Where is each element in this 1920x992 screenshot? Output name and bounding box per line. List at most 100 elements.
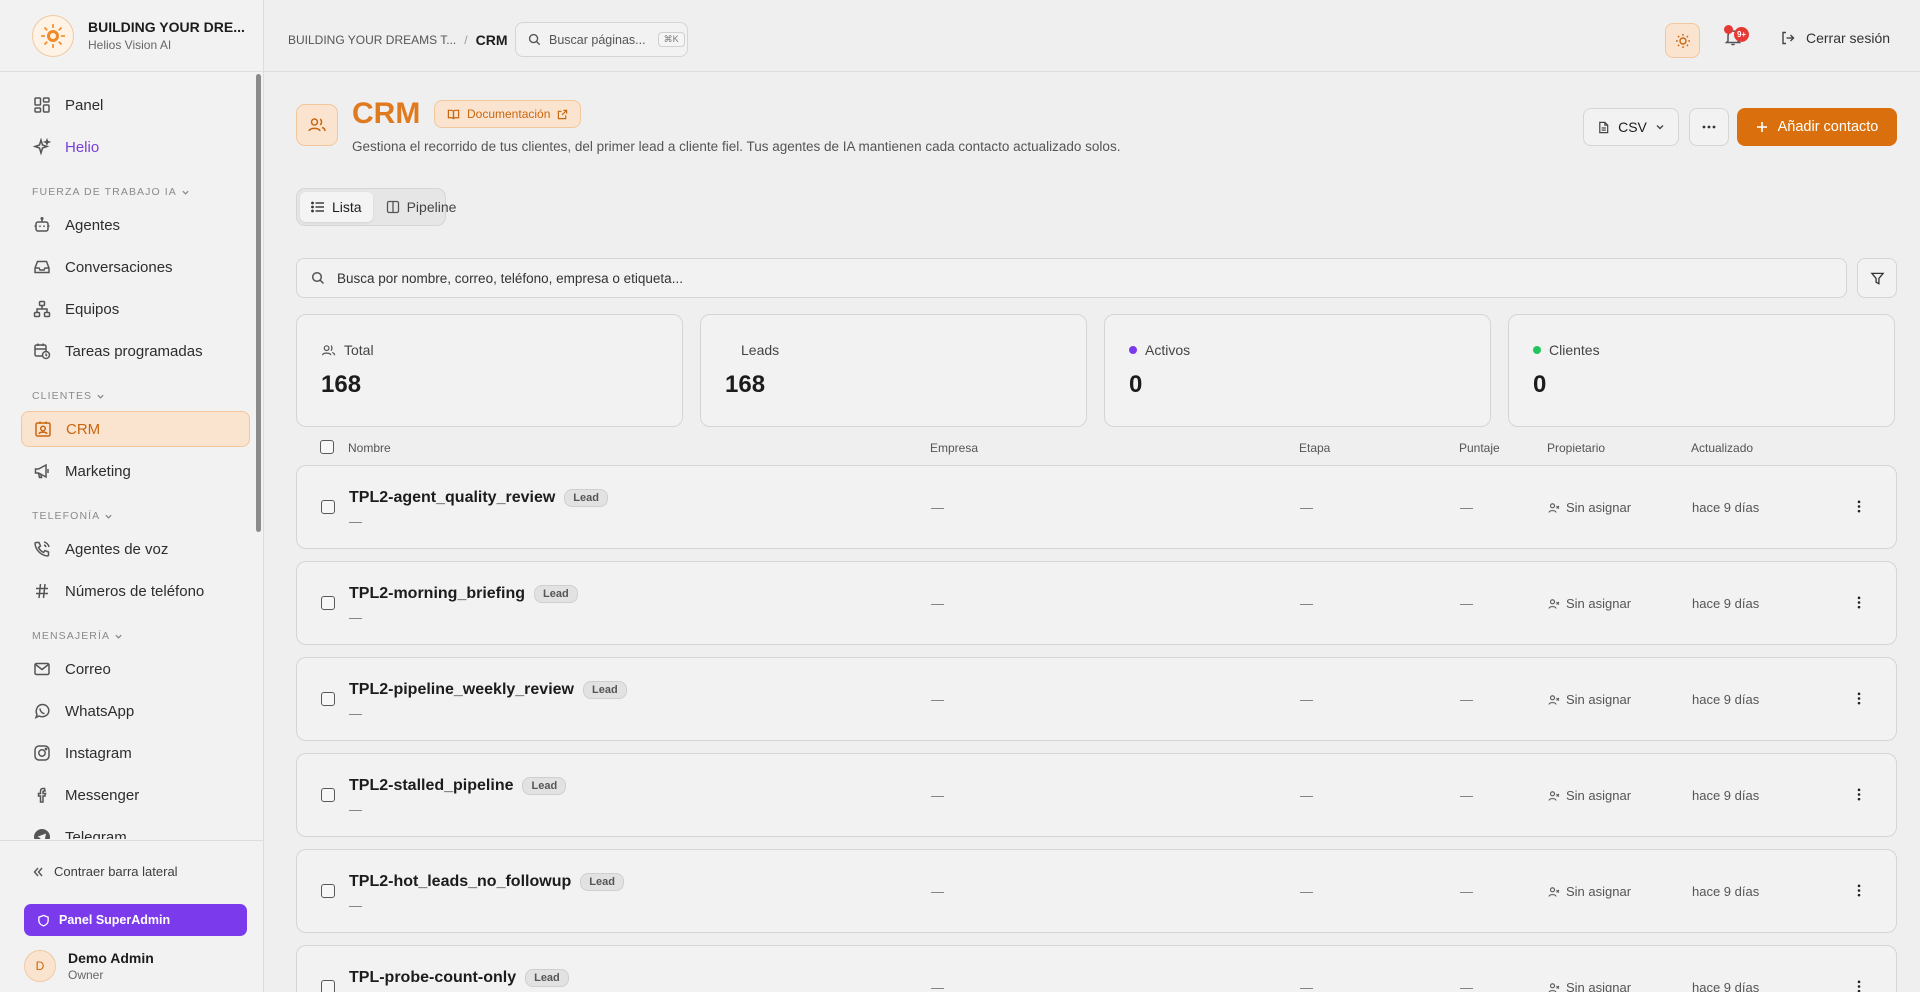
contact-name[interactable]: TPL-probe-count-only [349, 969, 516, 987]
row-checkbox[interactable] [321, 500, 335, 514]
sidebar-item-messenger[interactable]: Messenger [21, 777, 250, 813]
phone-call-icon [34, 541, 50, 557]
breadcrumb-workspace[interactable]: BUILDING YOUR DREAMS T... [288, 33, 456, 47]
column-header-propietario[interactable]: Propietario [1547, 441, 1605, 455]
owner-cell[interactable]: Sin asignar [1548, 500, 1631, 515]
sidebar-item-correo[interactable]: Correo [21, 651, 250, 687]
column-header-empresa[interactable]: Empresa [930, 441, 978, 455]
sidebar-item-tareas-programadas[interactable]: Tareas programadas [21, 333, 250, 369]
documentation-link[interactable]: Documentación [434, 100, 582, 128]
sidebar-item-conversaciones[interactable]: Conversaciones [21, 249, 250, 285]
table-row[interactable]: TPL2-hot_leads_no_followup Lead — — — — Sin as… [296, 849, 1897, 933]
table-row[interactable]: TPL2-agent_quality_review Lead — — — — Sin asi… [296, 465, 1897, 549]
sidebar-item-numeros-de-telefono[interactable]: Números de teléfono [21, 573, 250, 609]
row-checkbox[interactable] [321, 788, 335, 802]
sidebar-item-equipos[interactable]: Equipos [21, 291, 250, 327]
sidebar-item-telegram[interactable]: Telegram [21, 819, 250, 839]
section-header-clientes[interactable]: CLIENTES [32, 390, 105, 402]
table-row[interactable]: TPL2-pipeline_weekly_review Lead — — — — Sin a… [296, 657, 1897, 741]
contact-search-input[interactable]: Busca por nombre, correo, teléfono, empr… [296, 258, 1847, 298]
facebook-icon [37, 787, 47, 803]
collapse-sidebar-button[interactable]: Contraer barra lateral [32, 864, 178, 879]
more-vertical-icon [1857, 500, 1861, 513]
chevrons-left-icon [33, 867, 43, 876]
sidebar-item-helio[interactable]: Helio [21, 129, 250, 165]
row-checkbox[interactable] [321, 980, 335, 992]
page-search-input[interactable]: Buscar páginas... ⌘K [515, 22, 688, 57]
stage-cell: — [1300, 884, 1313, 899]
section-header-workforce[interactable]: FUERZA DE TRABAJO IA [32, 186, 190, 198]
tab-pipeline[interactable]: Pipeline [375, 192, 468, 222]
user-x-icon [1548, 502, 1560, 513]
sidebar-item-agentes[interactable]: Agentes [21, 207, 250, 243]
logout-button[interactable]: Cerrar sesión [1780, 30, 1890, 46]
contact-name-cell[interactable]: TPL2-agent_quality_review Lead [349, 489, 608, 507]
row-checkbox[interactable] [321, 884, 335, 898]
contact-name[interactable]: TPL2-morning_briefing [349, 585, 525, 603]
row-actions-button[interactable] [1857, 884, 1861, 902]
column-header-puntaje[interactable]: Puntaje [1459, 441, 1500, 455]
section-header-mensajeria[interactable]: MENSAJERÍA [32, 630, 123, 642]
contact-name-cell[interactable]: TPL2-hot_leads_no_followup Lead [349, 873, 624, 891]
owner-cell[interactable]: Sin asignar [1548, 788, 1631, 803]
csv-export-button[interactable]: CSV [1583, 108, 1679, 146]
row-actions-button[interactable] [1857, 980, 1861, 992]
table-row[interactable]: TPL2-stalled_pipeline Lead — — — — Sin asignar… [296, 753, 1897, 837]
stat-card-total: Total 168 [296, 314, 683, 427]
section-header-telefonia[interactable]: TELEFONÍA [32, 510, 113, 522]
row-actions-button[interactable] [1857, 596, 1861, 614]
add-contact-label: Añadir contacto [1777, 119, 1879, 135]
user-menu[interactable]: D Demo Admin Owner [24, 950, 154, 982]
breadcrumb-separator: / [464, 33, 468, 47]
more-vertical-icon [1857, 692, 1861, 705]
row-checkbox[interactable] [321, 596, 335, 610]
columns-icon [386, 200, 399, 214]
topbar: BUILDING YOUR DREAMS T... / CRM Buscar p… [264, 0, 1920, 72]
sidebar-item-label: Telegram [65, 828, 127, 840]
sidebar-item-instagram[interactable]: Instagram [21, 735, 250, 771]
sidebar-item-whatsapp[interactable]: WhatsApp [21, 693, 250, 729]
owner-cell[interactable]: Sin asignar [1548, 692, 1631, 707]
status-badge: Lead [522, 777, 567, 795]
row-actions-button[interactable] [1857, 788, 1861, 806]
page-subtitle: Gestiona el recorrido de tus clientes, d… [352, 139, 1121, 154]
row-actions-button[interactable] [1857, 500, 1861, 518]
contact-name-cell[interactable]: TPL2-pipeline_weekly_review Lead [349, 681, 627, 699]
tab-lista[interactable]: Lista [300, 192, 373, 222]
sidebar-item-marketing[interactable]: Marketing [21, 453, 250, 489]
theme-toggle-button[interactable] [1665, 23, 1700, 58]
contact-name[interactable]: TPL2-pipeline_weekly_review [349, 681, 574, 699]
contact-name-cell[interactable]: TPL2-morning_briefing Lead [349, 585, 578, 603]
users-icon [296, 104, 338, 146]
chevron-down-icon [115, 634, 122, 639]
column-header-nombre[interactable]: Nombre [348, 441, 391, 455]
sidebar-scrollbar[interactable] [256, 74, 261, 532]
notification-dot [1724, 25, 1733, 34]
brand[interactable]: BUILDING YOUR DRE... Helios Vision AI [0, 0, 263, 72]
owner-cell[interactable]: Sin asignar [1548, 980, 1631, 992]
column-header-etapa[interactable]: Etapa [1299, 441, 1330, 455]
sidebar-item-agentes-de-voz[interactable]: Agentes de voz [21, 531, 250, 567]
stat-value: 0 [1533, 371, 1547, 398]
filter-button[interactable] [1857, 258, 1897, 298]
more-options-button[interactable] [1689, 108, 1729, 146]
select-all-checkbox[interactable] [320, 440, 334, 454]
add-contact-button[interactable]: Añadir contacto [1737, 108, 1897, 146]
column-header-actualizado[interactable]: Actualizado [1691, 441, 1753, 455]
network-icon [33, 300, 51, 318]
superadmin-panel-button[interactable]: Panel SuperAdmin [24, 904, 247, 936]
contact-name[interactable]: TPL2-stalled_pipeline [349, 777, 513, 795]
owner-cell[interactable]: Sin asignar [1548, 596, 1631, 611]
contact-name-cell[interactable]: TPL-probe-count-only Lead [349, 969, 569, 987]
sidebar-item-panel[interactable]: Panel [21, 87, 250, 123]
contact-name[interactable]: TPL2-agent_quality_review [349, 489, 555, 507]
sidebar-item-crm[interactable]: CRM [21, 411, 250, 447]
row-actions-button[interactable] [1857, 692, 1861, 710]
contact-name-cell[interactable]: TPL2-stalled_pipeline Lead [349, 777, 567, 795]
stat-value: 168 [321, 371, 362, 398]
contact-name[interactable]: TPL2-hot_leads_no_followup [349, 873, 571, 891]
owner-cell[interactable]: Sin asignar [1548, 884, 1631, 899]
row-checkbox[interactable] [321, 692, 335, 706]
table-row[interactable]: TPL2-morning_briefing Lead — — — — Sin asignar… [296, 561, 1897, 645]
table-row[interactable]: TPL-probe-count-onlyLead————Sin asignarh… [296, 945, 1897, 992]
